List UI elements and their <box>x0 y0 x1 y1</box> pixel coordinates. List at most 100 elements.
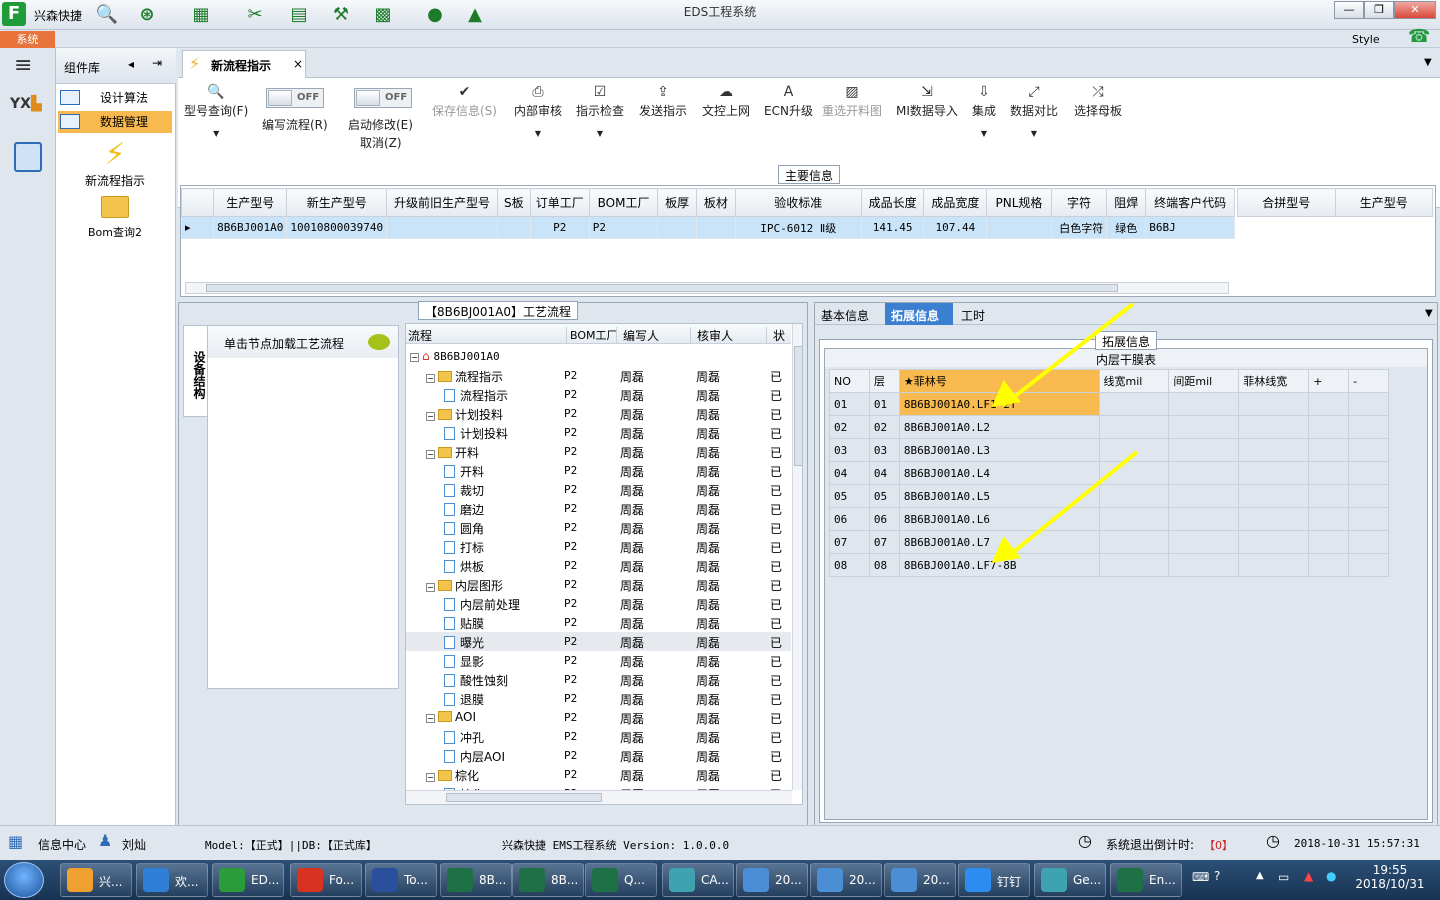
column-header[interactable]: 新生产型号 <box>286 188 388 217</box>
system-tab[interactable]: 系统 <box>0 31 55 48</box>
column-header[interactable]: 线宽mil <box>1098 369 1170 393</box>
pin-icon[interactable]: ⇥ <box>152 56 162 70</box>
table-cell[interactable] <box>1098 415 1170 439</box>
table-cell[interactable] <box>1308 507 1350 531</box>
table-cell[interactable] <box>1168 392 1240 416</box>
tree-row[interactable]: 贴膜 P2 周磊 周磊 已 <box>406 613 791 632</box>
table-cell[interactable] <box>1348 392 1389 416</box>
column-header[interactable]: 板材 <box>696 188 736 217</box>
taskbar-item[interactable]: 8B... <box>440 863 512 897</box>
table-cell[interactable] <box>1238 553 1310 577</box>
table-cell[interactable]: 8B6BJ001A0.L2 <box>898 415 1100 439</box>
tree-row[interactable]: 裁切 P2 周磊 周磊 已 <box>406 480 791 499</box>
globe-icon[interactable]: ⊛ <box>134 2 160 26</box>
tree-row[interactable]: − 流程指示 P2 周磊 周磊 已 <box>406 366 791 385</box>
table-cell[interactable]: 8B6BJ001A0.L3 <box>898 438 1100 462</box>
column-header[interactable]: 成品长度 <box>860 188 925 217</box>
table-cell[interactable] <box>496 216 531 239</box>
tree-row[interactable]: 显影 P2 周磊 周磊 已 <box>406 651 791 670</box>
taskbar-item[interactable]: 兴... <box>60 863 132 897</box>
table-cell[interactable] <box>1168 461 1240 485</box>
table-cell[interactable]: 02 <box>829 415 870 439</box>
column-header[interactable]: 间距mil <box>1168 369 1240 393</box>
collapse-icon[interactable]: − <box>426 773 435 782</box>
doc-upload-button[interactable]: ☁ 文控上网 <box>702 84 750 119</box>
taskbar-item[interactable]: 20... <box>736 863 808 897</box>
taskbar-item[interactable]: En... <box>1110 863 1182 897</box>
table-row[interactable]: 08 08 8B6BJ001A0.LF7-8B <box>829 553 1389 577</box>
table-cell[interactable]: 04 <box>868 461 900 485</box>
phone-icon[interactable]: ☎ <box>1408 26 1430 47</box>
tree-row[interactable]: − 计划投料 P2 周磊 周磊 已 <box>406 404 791 423</box>
tray-app-icon[interactable]: ▲ <box>1304 869 1313 883</box>
network-icon[interactable]: ▭ <box>1278 870 1289 884</box>
table-cell[interactable]: 06 <box>868 507 900 531</box>
maximize-button[interactable]: ❐ <box>1364 1 1394 19</box>
table-cell[interactable] <box>1308 553 1350 577</box>
taskbar-item[interactable]: CA... <box>662 863 734 897</box>
close-window-button[interactable]: ✕ <box>1394 1 1436 19</box>
column-header[interactable]: 阻焊 <box>1106 188 1147 217</box>
internal-review-button[interactable]: ⎙ 内部审核 ▼ <box>514 84 562 138</box>
mi-import-button[interactable]: ⇲ MI数据导入 <box>896 84 958 119</box>
horizontal-scrollbar[interactable] <box>406 790 792 804</box>
table-cell[interactable] <box>1238 392 1310 416</box>
cancel-label[interactable]: 取消(Z) <box>360 134 402 151</box>
table-cell[interactable]: 白色字符 <box>1050 216 1108 239</box>
table-cell[interactable]: 07 <box>829 530 870 554</box>
table-cell[interactable]: 05 <box>829 484 870 508</box>
chevron-down-icon[interactable]: ▼ <box>1425 308 1433 319</box>
model-query-button[interactable]: 🔍 型号查询(F) ▼ <box>184 84 248 138</box>
table-cell[interactable]: 01 <box>829 392 870 416</box>
table-cell[interactable]: P2 <box>529 216 590 239</box>
vertical-scrollbar[interactable] <box>792 324 802 790</box>
taskbar-item[interactable]: Fo... <box>290 863 362 897</box>
table-cell[interactable]: 08 <box>829 553 870 577</box>
factory-icon[interactable]: YX▙ <box>10 96 44 128</box>
table-cell[interactable] <box>1238 530 1310 554</box>
collapse-icon[interactable]: − <box>410 353 419 362</box>
table-cell[interactable] <box>1348 484 1389 508</box>
menu-icon[interactable]: ≡ <box>14 55 32 77</box>
table-row[interactable]: 02 02 8B6BJ001A0.L2 <box>829 415 1389 439</box>
ecn-upgrade-button[interactable]: A ECN升级 <box>764 84 813 119</box>
taskbar-item[interactable]: ED... <box>212 863 284 897</box>
info-center-link[interactable]: 信息中心 <box>38 836 86 853</box>
tree-row[interactable]: 打标 P2 周磊 周磊 已 <box>406 537 791 556</box>
column-header[interactable]: 状 <box>766 327 785 344</box>
tree-row[interactable]: − 开料 P2 周磊 周磊 已 <box>406 442 791 461</box>
table-cell[interactable]: 141.45 <box>860 216 925 239</box>
tree-row[interactable]: 酸性蚀刻 P2 周磊 周磊 已 <box>406 670 791 689</box>
table-cell[interactable] <box>1168 484 1240 508</box>
column-header[interactable]: 字符 <box>1050 188 1108 217</box>
collapse-left-icon[interactable]: ◂ <box>128 57 134 71</box>
save-info-button[interactable]: ✔ 保存信息(S) <box>432 84 497 119</box>
table-cell[interactable] <box>1308 530 1350 554</box>
table-cell[interactable]: 03 <box>829 438 870 462</box>
tab-close-icon[interactable]: × <box>293 57 303 71</box>
column-header[interactable]: 生产型号 <box>1334 188 1433 217</box>
tray-up-icon[interactable]: ▲ <box>1256 870 1264 881</box>
column-header[interactable]: S板 <box>496 188 531 217</box>
table-row[interactable]: ▸ 8B6BJ001A0 10010800039740 P2 P2 IPC-60… <box>181 216 1235 239</box>
table-cell[interactable]: 8B6BJ001A0.L6 <box>898 507 1100 531</box>
table-cell[interactable] <box>1168 553 1240 577</box>
calculator-icon[interactable] <box>14 142 42 172</box>
column-header[interactable]: BOM工厂 <box>566 327 618 343</box>
start-button[interactable] <box>4 862 44 898</box>
start-edit-toggle[interactable]: OFF <box>354 88 412 108</box>
column-header[interactable]: 终端客户代码 <box>1145 188 1235 217</box>
taskbar-item[interactable]: 20... <box>810 863 882 897</box>
tree-row[interactable]: 圆角 P2 周磊 周磊 已 <box>406 518 791 537</box>
integrate-button[interactable]: ⇩ 集成 ▼ <box>972 84 996 138</box>
column-header[interactable]: 核审人 <box>690 327 733 344</box>
select-mother-board-button[interactable]: ⤮ 选择母板 <box>1074 84 1122 119</box>
minimize-button[interactable]: — <box>1334 1 1364 19</box>
tab-extended-info[interactable]: 拓展信息 <box>885 303 953 325</box>
new-process-shortcut[interactable]: ⚡ 新流程指示 <box>56 138 174 189</box>
data-compare-button[interactable]: ⤢ 数据对比 ▼ <box>1010 84 1058 138</box>
tree-row[interactable]: 曝光 P2 周磊 周磊 已 <box>406 632 791 651</box>
taskbar-item[interactable]: 钉钉 <box>958 863 1030 897</box>
table-cell[interactable] <box>1238 507 1310 531</box>
tab-basic-info[interactable]: 基本信息 <box>821 307 869 324</box>
